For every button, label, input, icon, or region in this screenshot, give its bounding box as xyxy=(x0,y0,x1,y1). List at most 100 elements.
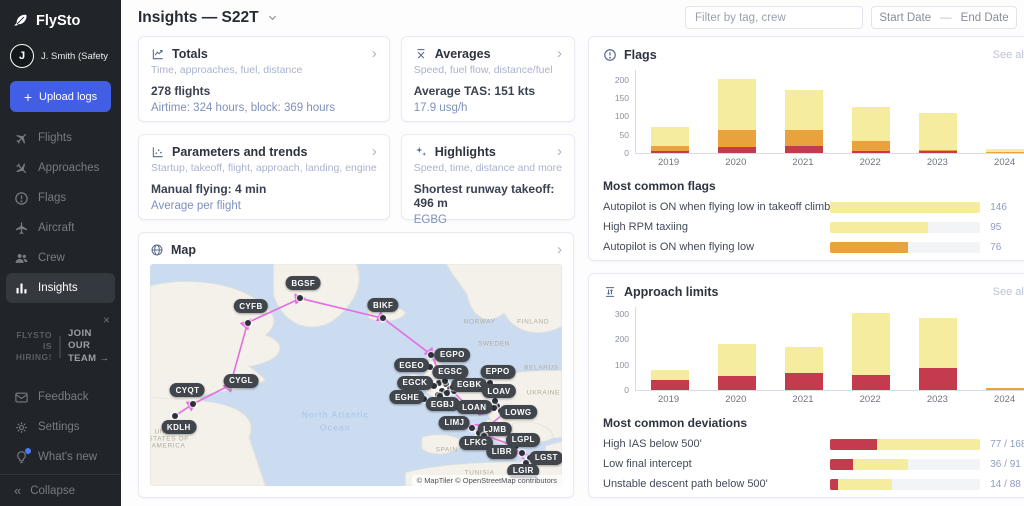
chevron-right-icon[interactable]: › xyxy=(372,46,377,61)
x-axis-tick-label: 2022 xyxy=(851,394,889,406)
stat-row-label: Autopilot is ON when flying low xyxy=(603,241,830,253)
chevron-right-icon[interactable]: › xyxy=(557,144,562,159)
card-highlights-secondary-stat: EGBG xyxy=(414,214,562,226)
stat-bar-segment xyxy=(830,459,853,470)
map-region-label: SWEDEN xyxy=(478,340,510,347)
sidebar-item-aircraft[interactable]: Aircraft xyxy=(6,213,115,243)
stat-row-label: High RPM taxiing xyxy=(603,221,830,233)
map-canvas[interactable]: NORWAYSWEDENFINLANDBELARUSUKRAINESPAINTU… xyxy=(150,264,562,486)
stat-row-bar xyxy=(830,202,980,213)
bar-segment-orange xyxy=(785,130,823,146)
map-airport-dot xyxy=(297,295,303,301)
sidebar-item-settings[interactable]: Settings xyxy=(6,412,115,442)
x-axis-tick-label: 2024 xyxy=(986,394,1024,406)
sidebar-item-approaches[interactable]: Approaches xyxy=(6,153,115,183)
sidebar-item-label: Flights xyxy=(38,132,72,144)
bar-segment-red xyxy=(651,151,689,153)
sparkles-icon xyxy=(414,145,428,159)
envelope-icon xyxy=(14,390,29,405)
approach-see-all-link[interactable]: See all› xyxy=(993,284,1024,299)
x-axis-tick-label: 2021 xyxy=(784,394,822,406)
sidebar: FlySto J J. Smith (Safety Man... + Uploa… xyxy=(0,0,121,506)
card-totals-secondary-stat: Airtime: 324 hours, block: 369 hours xyxy=(151,102,377,114)
bar-segment-yellow xyxy=(785,347,823,374)
map-airport-label-LOWG: LOWG xyxy=(500,405,537,419)
bar-segment-yellow xyxy=(852,313,890,375)
date-range-picker[interactable]: Start Date — End Date xyxy=(871,6,1017,29)
user-name: J. Smith (Safety Man... xyxy=(41,51,111,62)
stat-row-bar xyxy=(830,222,980,233)
stat-row-count: 14 / 88 xyxy=(990,479,1024,490)
map-airport-label-EGEO: EGEO xyxy=(394,358,430,372)
card-totals-primary-stat: 278 flights xyxy=(151,84,377,98)
bar-2021 xyxy=(785,347,823,390)
bar-2022 xyxy=(852,107,890,153)
card-averages-secondary-stat: 17.9 usg/h xyxy=(414,102,562,114)
map-airport-label-EGSC: EGSC xyxy=(433,365,468,379)
card-highlights-title: Highlights xyxy=(435,145,496,159)
upload-logs-button[interactable]: + Upload logs xyxy=(10,81,111,112)
bar-2021 xyxy=(785,90,823,153)
bar-segment-yellow xyxy=(651,127,689,146)
bar-2023 xyxy=(919,318,957,390)
map-airport-label-LIMJ: LIMJ xyxy=(439,416,470,430)
bar-segment-red xyxy=(919,151,957,153)
hiring-cta: JOIN OUR TEAM → xyxy=(68,328,113,365)
sidebar-item-flags[interactable]: Flags xyxy=(6,183,115,213)
card-highlights-primary-stat: Shortest runway takeoff: 496 m xyxy=(414,182,562,210)
stat-row: Low final intercept36 / 91 xyxy=(603,458,1024,470)
bar-2020 xyxy=(718,344,756,390)
x-axis-tick-label: 2020 xyxy=(717,394,755,406)
sidebar-item-insights[interactable]: Insights xyxy=(6,273,115,303)
chevron-right-icon[interactable]: › xyxy=(372,144,377,159)
user-menu[interactable]: J J. Smith (Safety Man... xyxy=(0,37,121,74)
card-highlights[interactable]: Highlights›Speed, time, distance and mor… xyxy=(401,134,575,220)
bar-segment-red xyxy=(718,376,756,391)
sidebar-item-label: What's new xyxy=(38,451,97,463)
sidebar-spacer xyxy=(0,365,121,382)
sidebar-item-label: Aircraft xyxy=(38,222,74,234)
sidebar-collapse[interactable]: « Collapse xyxy=(0,474,121,506)
card-parameters[interactable]: Parameters and trends›Startup, takeoff, … xyxy=(138,134,390,220)
page-title: Insights — S22T xyxy=(138,9,259,27)
map-attribution: © MapTiler © OpenStreetMap contributors xyxy=(412,475,562,486)
flags-see-all-link[interactable]: See all› xyxy=(993,47,1024,62)
bar-segment-orange xyxy=(852,141,890,151)
chevron-right-icon[interactable]: › xyxy=(557,242,562,257)
sidebar-item-feedback[interactable]: Feedback xyxy=(6,382,115,412)
end-date-field[interactable]: End Date xyxy=(961,12,1009,24)
bar-segment-red xyxy=(852,375,890,390)
card-totals[interactable]: Totals›Time, approaches, fuel, distance2… xyxy=(138,36,390,122)
chevron-down-icon[interactable] xyxy=(267,12,278,23)
card-averages-title: Averages xyxy=(435,47,491,61)
filter-input[interactable] xyxy=(685,6,863,29)
sidebar-item-crew[interactable]: Crew xyxy=(6,243,115,273)
close-icon[interactable]: × xyxy=(103,314,110,326)
stat-bar-segment xyxy=(830,222,928,233)
sidebar-nav: Flights ApproachesFlags Aircraft CrewInsigh… xyxy=(0,121,121,303)
sidebar-item-label: Feedback xyxy=(38,391,89,403)
sidebar-item-flights[interactable]: Flights xyxy=(6,123,115,153)
card-averages[interactable]: Averages›Speed, fuel flow, distance/fuel… xyxy=(401,36,575,122)
flag-warning-icon xyxy=(14,191,29,206)
app-logo[interactable]: FlySto xyxy=(0,0,121,37)
y-axis-tick-label: 0 xyxy=(603,385,629,395)
stat-row-bar xyxy=(830,479,980,490)
y-axis-tick-label: 100 xyxy=(603,111,629,121)
hiring-banner-body[interactable]: FLYSTO IS HIRING! JOIN OUR TEAM → xyxy=(8,328,113,365)
map-airport-label-LIBR: LIBR xyxy=(486,445,517,459)
bar-segment-red xyxy=(785,373,823,390)
y-axis-tick-label: 0 xyxy=(603,148,629,158)
stat-row-count: 146 xyxy=(990,202,1024,213)
sidebar-item-whats-new[interactable]: What's new xyxy=(6,442,115,472)
sidebar-item-label: Settings xyxy=(38,421,80,433)
card-parameters-header: Parameters and trends› xyxy=(151,144,377,159)
chevron-right-icon[interactable]: › xyxy=(557,46,562,61)
notification-dot xyxy=(25,448,31,454)
start-date-field[interactable]: Start Date xyxy=(879,12,931,24)
bar-segment-yellow xyxy=(718,344,756,376)
map-card-header[interactable]: Map › xyxy=(150,242,562,257)
stat-row: High RPM taxiing95 xyxy=(603,221,1024,233)
y-axis-tick-label: 100 xyxy=(603,360,629,370)
flags-panel-title: Flags xyxy=(624,48,657,62)
